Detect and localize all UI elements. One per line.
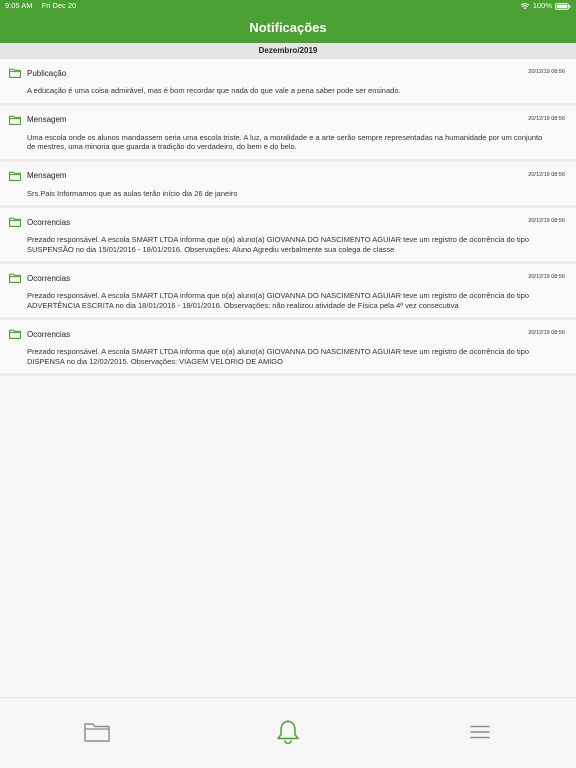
status-bar: 9:05 AM Fri Dec 20 100% [0,0,576,12]
notification-title: Mensagem [27,171,67,180]
tab-menu[interactable] [470,720,490,744]
tab-notifications[interactable] [276,720,300,745]
folder-icon [9,171,21,181]
notification-title: Ocorrencias [27,329,71,339]
section-title: Dezembro/2019 [258,46,318,55]
notification-date: 20/12/19 08:56 [528,171,565,178]
notification-body: A educação é uma coisa admirável, mas é … [27,86,401,95]
notification-item[interactable]: Publicação 20/12/19 08:56 A educação é u… [0,59,576,106]
notification-title: Ocorrencias [27,217,71,227]
notification-body: Srs.Pais Informamos que as aulas terão i… [27,188,238,198]
notification-item[interactable]: Mensagem 20/12/19 08:56 Srs.Pais Informa… [0,161,576,208]
notification-body: Uma escola onde os alunos mandassem seri… [27,132,543,152]
notification-item[interactable]: Ocorrencias 20/12/19 08:56 Prezado respo… [0,264,576,320]
notification-body: Prezado responsável. A escola SMART LTDA… [27,347,530,366]
notification-date: 20/12/19 08:56 [528,218,565,224]
status-time: 9:05 AM [5,1,33,10]
tab-folders[interactable] [84,720,110,744]
menu-icon [470,725,490,739]
notification-item[interactable]: Ocorrencias 20/12/19 08:56 Prezado respo… [0,320,576,376]
notification-body: Prezado responsável. A escola SMART LTDA… [27,235,530,254]
bell-icon [277,720,299,745]
folder-icon [9,115,21,125]
folder-icon [9,329,21,339]
notification-date: 20/12/19 08:56 [528,274,565,280]
notification-title: Publicação [27,68,67,78]
nav-bar: Notificações [0,12,576,43]
notification-item[interactable]: Mensagem 20/12/19 08:56 Uma escola onde … [0,105,576,162]
notification-date: 20/12/19 08:56 [528,69,565,75]
folder-icon [9,68,21,78]
notification-title: Mensagem [27,115,67,124]
status-date: Fri Dec 20 [41,1,77,10]
notification-date: 20/12/19 08:56 [528,115,565,122]
folder-icon [84,723,110,742]
notification-item[interactable]: Ocorrencias 20/12/19 08:56 Prezado respo… [0,208,576,264]
notification-date: 20/12/19 08:56 [528,330,565,336]
page-title: Notificações [249,20,327,35]
section-header: Dezembro/2019 [0,43,576,59]
wifi-icon [520,3,530,10]
battery-icon [555,2,571,10]
folder-icon [9,273,21,283]
notification-body: Prezado responsável. A escola SMART LTDA… [27,291,530,310]
tab-bar [0,697,576,768]
notification-title: Ocorrencias [27,273,71,283]
battery-percentage: 100% [532,1,552,10]
folder-icon [9,217,21,227]
notification-list: Publicação 20/12/19 08:56 A educação é u… [0,59,576,376]
